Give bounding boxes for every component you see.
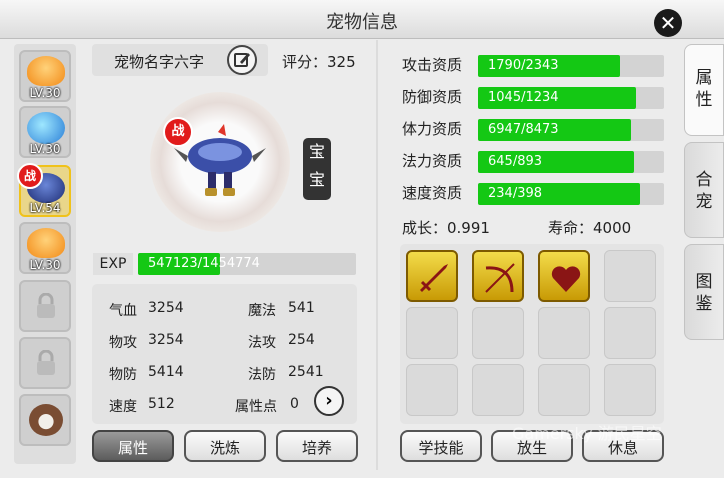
baby-tag: 宝宝 [303, 138, 331, 200]
learn-skill-button[interactable]: 学技能 [400, 430, 482, 462]
battle-badge: 战 [163, 117, 193, 147]
rename-button[interactable] [227, 45, 257, 75]
pet-level: LV.30 [29, 86, 61, 100]
exp-label: EXP [93, 253, 133, 275]
skill-slot-empty[interactable] [406, 307, 458, 359]
stat-label-speed: 速度 [109, 399, 137, 415]
tiger-pet-icon [27, 56, 65, 86]
stat-label-matk: 法攻 [248, 335, 276, 351]
tab-merge-pet-label: 合宠 [695, 170, 713, 212]
aptitude-bar: 6947/8473 [478, 119, 664, 141]
skill-slot-1[interactable] [406, 250, 458, 302]
edit-icon [234, 53, 250, 67]
stat-value-mdef: 2541 [288, 364, 324, 380]
aptitude-value: 1045/1234 [488, 90, 559, 105]
window-title: 宠物信息 [326, 12, 398, 33]
tab-attributes[interactable]: 属性 [684, 44, 724, 136]
pet-slot-3[interactable]: LV.54 战 [17, 163, 71, 217]
stat-value-speed: 512 [148, 396, 175, 412]
skill-slot-empty[interactable] [406, 364, 458, 416]
skill-slot-empty[interactable] [538, 307, 590, 359]
aptitude-label: 体力资质 [402, 120, 463, 138]
skill-grid [400, 244, 664, 424]
stat-value-attr-points: 0 [290, 396, 299, 412]
stat-label-attr-points: 属性点 [235, 399, 277, 415]
stat-value-mp: 541 [288, 300, 315, 316]
pet-slot-1[interactable]: LV.30 [19, 50, 71, 102]
skill-slot-3[interactable] [538, 250, 590, 302]
aptitude-label: 法力资质 [402, 152, 463, 170]
sword-icon [420, 264, 448, 292]
stat-value-matk: 254 [288, 332, 315, 348]
watermark: Gamersky 游民星空 [512, 424, 662, 443]
tab-gallery-label: 图鉴 [695, 272, 713, 314]
growth-value: 成长：0.991 [402, 219, 490, 237]
aptitude-value: 6947/8473 [488, 122, 559, 137]
skill-slot-empty[interactable] [472, 307, 524, 359]
tab-gallery[interactable]: 图鉴 [684, 244, 724, 340]
pet-level: LV.54 [29, 201, 61, 215]
divider [376, 40, 378, 470]
attributes-button[interactable]: 属性 [92, 430, 174, 462]
aptitude-value: 1790/2343 [488, 58, 559, 73]
aptitude-value: 645/893 [488, 154, 543, 169]
bird-pet-icon [27, 112, 65, 144]
stat-label-mdef: 法防 [248, 367, 276, 383]
locked-slot-2[interactable] [19, 337, 71, 389]
refine-button[interactable]: 洗炼 [184, 430, 266, 462]
aptitude-label: 速度资质 [402, 184, 463, 202]
lock-icon [37, 293, 55, 318]
stat-label-mp: 魔法 [248, 303, 276, 319]
skill-slot-empty[interactable] [538, 364, 590, 416]
bear-pet-icon [29, 404, 63, 436]
tiger-pet-icon [27, 228, 65, 258]
stat-label-patk: 物攻 [109, 335, 137, 351]
skill-slot-empty[interactable] [472, 364, 524, 416]
pet-slot-4[interactable]: LV.30 [19, 222, 71, 274]
close-button[interactable]: ✕ [654, 9, 682, 37]
stat-label-hp: 气血 [109, 303, 137, 319]
lifespan-value: 寿命：4000 [548, 219, 632, 237]
stat-label-pdef: 物防 [109, 367, 137, 383]
cultivate-button[interactable]: 培养 [276, 430, 358, 462]
skill-slot-empty[interactable] [604, 364, 656, 416]
skill-slot-2[interactable] [472, 250, 524, 302]
pet-level: LV.30 [29, 142, 61, 156]
chevron-right-icon: › [325, 390, 333, 411]
bow-icon [485, 263, 515, 293]
locked-slot-1[interactable] [19, 280, 71, 332]
aptitude-value: 234/398 [488, 186, 543, 201]
aptitude-bar: 1790/2343 [478, 55, 664, 77]
stat-value-patk: 3254 [148, 332, 184, 348]
stat-value-hp: 3254 [148, 300, 184, 316]
aptitude-label: 攻击资质 [402, 56, 463, 74]
battle-badge: 战 [17, 163, 43, 189]
tab-attributes-label: 属性 [695, 68, 713, 110]
pet-list: LV.30 LV.30 LV.54 战 LV.30 [14, 44, 76, 464]
aptitude-bar: 234/398 [478, 183, 664, 205]
pet-score: 评分：325 [282, 53, 356, 71]
aptitude-bar: 1045/1234 [478, 87, 664, 109]
pet-slot-bear[interactable] [19, 394, 71, 446]
pet-name: 宠物名字六字 [114, 53, 205, 71]
skill-slot-empty[interactable] [604, 250, 656, 302]
skill-slot-empty[interactable] [604, 307, 656, 359]
lock-icon [37, 350, 55, 375]
pet-level: LV.30 [29, 258, 61, 272]
aptitude-bar: 645/893 [478, 151, 664, 173]
stat-value-pdef: 5414 [148, 364, 184, 380]
next-page-button[interactable]: › [314, 386, 344, 416]
pet-slot-2[interactable]: LV.30 [19, 106, 71, 158]
heart-icon [551, 266, 581, 292]
tab-merge-pet[interactable]: 合宠 [684, 142, 724, 238]
exp-value: 547123/1454774 [148, 256, 260, 271]
aptitude-label: 防御资质 [402, 88, 463, 106]
exp-bar: 547123/1454774 [138, 253, 356, 275]
pet-info-window: 宠物信息 ✕ LV.30 LV.30 LV.54 战 LV.30 宠物名字六字 … [0, 0, 724, 478]
close-icon: ✕ [659, 11, 677, 35]
title-bar: 宠物信息 ✕ [0, 0, 724, 39]
